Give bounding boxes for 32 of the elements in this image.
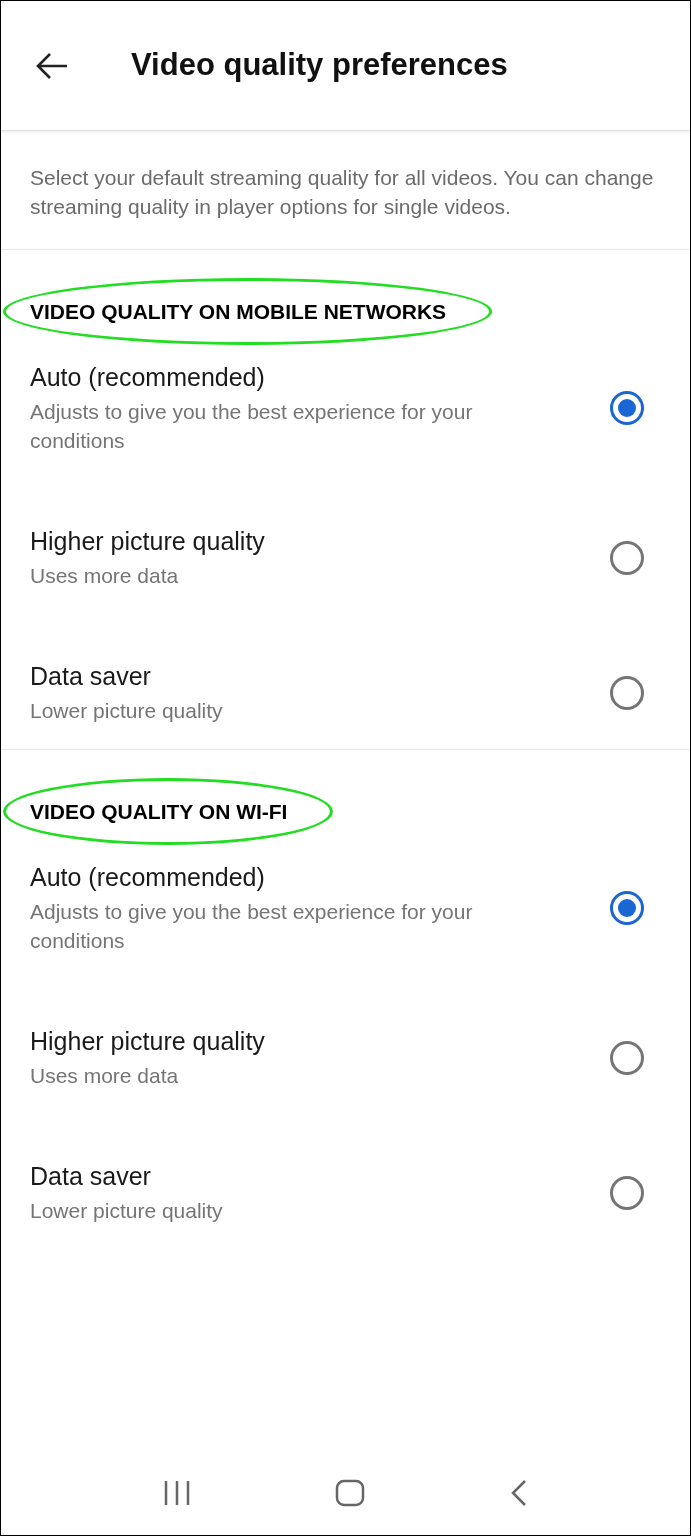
radio-button[interactable] (610, 891, 644, 925)
back-chevron-icon[interactable] (509, 1479, 528, 1507)
quality-option[interactable]: Auto (recommended) Adjusts to give you the best experience for your conditions (1, 826, 690, 990)
option-title: Higher picture quality (30, 526, 266, 557)
option-subtitle: Adjusts to give you the best experience for your conditions (30, 899, 474, 954)
quality-option[interactable]: Auto (recommended) Adjusts to give you the best experience for your conditions (1, 326, 690, 490)
option-title: Higher picture quality (30, 1026, 266, 1057)
option-subtitle: Uses more data (30, 563, 180, 589)
option-subtitle: Uses more data (30, 1063, 180, 1089)
option-title: Auto (recommended) (30, 862, 266, 893)
home-icon[interactable] (335, 1479, 366, 1507)
option-subtitle: Adjusts to give you the best experience for your conditions (30, 399, 474, 454)
recent-apps-icon[interactable] (163, 1480, 192, 1506)
quality-option[interactable]: Data saver Lower picture quality (1, 1125, 690, 1249)
radio-button[interactable] (610, 1040, 644, 1075)
option-title: Data saver (30, 661, 152, 692)
quality-option[interactable]: Higher picture quality Uses more data (1, 990, 690, 1125)
radio-button[interactable] (610, 675, 644, 710)
description-text: Select your default streaming quality for all videos. You can change streaming quality in player options for single videos. (30, 165, 655, 220)
section-heading: VIDEO QUALITY ON WI-FI (30, 800, 288, 823)
quality-option[interactable]: Higher picture quality Uses more data (1, 490, 690, 625)
quality-option[interactable]: Data saver Lower picture quality (1, 625, 690, 749)
radio-button[interactable] (610, 391, 644, 425)
radio-button[interactable] (610, 540, 644, 575)
radio-button[interactable] (610, 1175, 644, 1210)
option-subtitle: Lower picture quality (30, 698, 224, 724)
option-title: Data saver (30, 1161, 152, 1192)
option-title: Auto (recommended) (30, 362, 266, 393)
page-title: Video quality preferences (131, 46, 508, 85)
option-subtitle: Lower picture quality (30, 1198, 224, 1224)
section-heading: VIDEO QUALITY ON MOBILE NETWORKS (30, 300, 447, 323)
back-arrow-icon[interactable] (35, 51, 69, 80)
